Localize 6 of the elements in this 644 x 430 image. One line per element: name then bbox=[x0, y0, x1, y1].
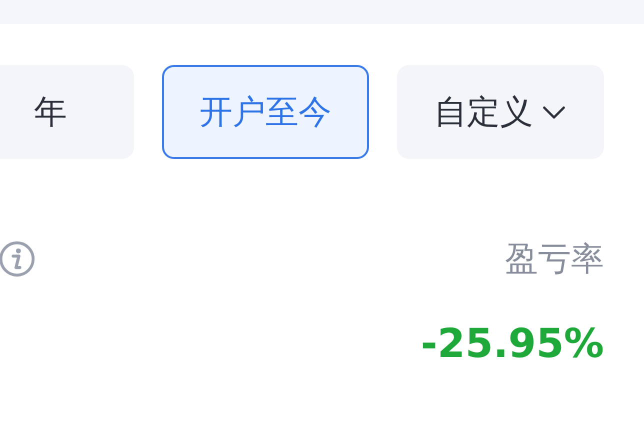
period-tab[interactable]: 年 bbox=[0, 65, 134, 159]
period-tab[interactable]: 自定义 bbox=[397, 65, 604, 159]
profit-rate-value: -25.95% bbox=[420, 321, 604, 367]
profit-rate-label: 盈亏率 bbox=[505, 238, 604, 280]
info-icon[interactable] bbox=[0, 240, 36, 278]
period-tab[interactable]: 开户至今 bbox=[162, 65, 369, 159]
